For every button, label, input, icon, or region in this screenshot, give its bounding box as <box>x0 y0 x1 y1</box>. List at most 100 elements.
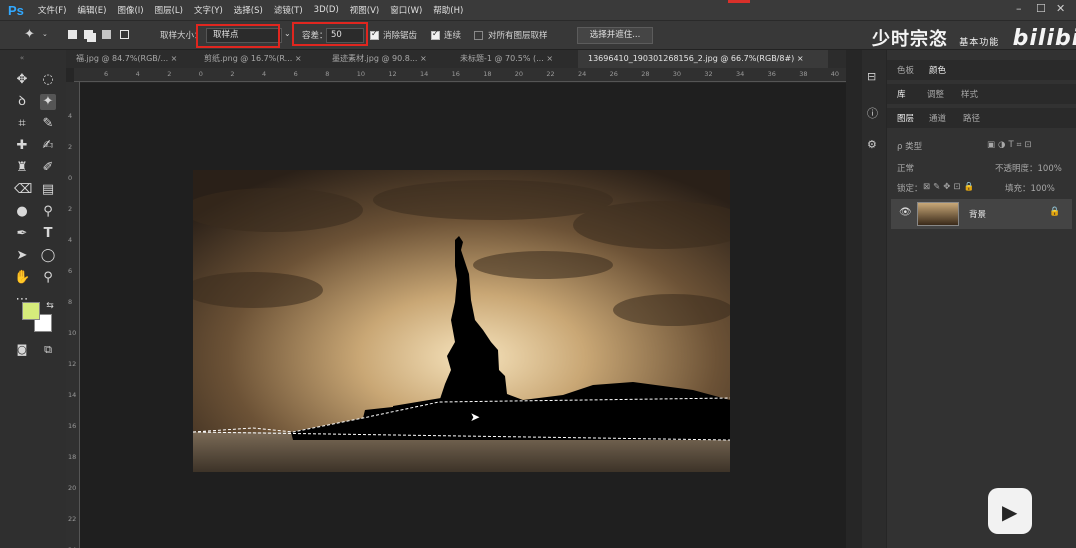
ruler-tick-label: 4 <box>135 70 140 78</box>
add-selection-icon[interactable] <box>84 30 93 39</box>
blur-tool-icon[interactable]: ● <box>14 204 30 220</box>
ruler-tick-label: 32 <box>704 70 713 78</box>
color-panel-header <box>887 60 1076 80</box>
layer-name: 背景 <box>969 210 987 220</box>
close-icon[interactable]: × <box>546 54 553 63</box>
tab-moji[interactable]: 墨迹素材.jpg @ 90.8... × <box>322 50 448 68</box>
vertical-ruler: 42024681012141618202224 <box>66 82 80 548</box>
shape-tool-icon[interactable]: ◯ <box>40 248 56 264</box>
layer-filter[interactable]: ρ 类型 <box>897 140 922 152</box>
document-image[interactable] <box>193 170 730 472</box>
close-icon[interactable]: × <box>295 54 302 63</box>
layer-filter-icons[interactable]: ▣◑T⌗⊡ <box>987 140 1035 150</box>
magic-wand-tool-icon[interactable]: ✦ <box>40 94 56 110</box>
swap-colors-icon[interactable]: ⇆ <box>42 298 58 314</box>
pen-tool-icon[interactable]: ✒ <box>14 226 30 242</box>
gradient-tool-icon[interactable]: ▤ <box>40 182 56 198</box>
chevron-down-icon[interactable]: ⌄ <box>284 29 291 38</box>
contiguous-label: 连续 <box>444 31 462 41</box>
screen-mode-icon[interactable]: ⧉ <box>40 342 56 358</box>
lock-icons[interactable]: ⊠✎✥⊡🔒 <box>923 182 977 192</box>
antialias-checkbox[interactable] <box>370 29 379 40</box>
new-selection-icon[interactable] <box>68 30 77 39</box>
stamp-tool-icon[interactable]: ♜ <box>14 160 30 176</box>
right-panels: 色板 颜色 库 调整 样式 图层 通道 路径 ρ 类型 ▣◑T⌗⊡ 正常 不透明… <box>887 50 1076 548</box>
tab-statue-photo[interactable]: 13696410_190301268156_2.jpg @ 66.7%(RGB/… <box>578 50 828 68</box>
ruler-tick-label: 6 <box>104 70 109 78</box>
eyedropper-tool-icon[interactable]: ✎ <box>40 116 56 132</box>
menu-filter[interactable]: 滤镜(T) <box>274 4 303 16</box>
path-selection-icon[interactable]: ➤ <box>14 248 30 264</box>
subtract-selection-icon[interactable] <box>102 30 111 39</box>
collapse-icon[interactable]: « <box>14 50 30 66</box>
close-button[interactable]: ✕ <box>1056 2 1065 15</box>
tab-layers[interactable]: 图层 <box>897 112 914 124</box>
marquee-tool-icon[interactable]: ◌ <box>40 72 56 88</box>
menu-bar: Ps 文件(F) 编辑(E) 图像(I) 图层(L) 文字(Y) 选择(S) 滤… <box>0 0 1076 20</box>
menu-edit[interactable]: 编辑(E) <box>77 4 106 16</box>
history-brush-icon[interactable]: ✐ <box>40 160 56 176</box>
properties-panel-icon[interactable]: ⚙ <box>867 138 877 151</box>
menu-layer[interactable]: 图层(L) <box>155 4 183 16</box>
ruler-tick-label: 22 <box>546 70 555 78</box>
maximize-button[interactable]: ☐ <box>1036 2 1046 15</box>
close-icon[interactable]: × <box>171 54 178 63</box>
layer-row-background[interactable]: 👁 背景 🔒 <box>891 199 1072 229</box>
menu-file[interactable]: 文件(F) <box>38 4 67 16</box>
zoom-tool-icon[interactable]: ⚲ <box>40 270 56 286</box>
tab-styles[interactable]: 样式 <box>961 88 978 100</box>
info-panel-icon[interactable]: ⓘ <box>867 105 878 121</box>
menu-image[interactable]: 图像(I) <box>117 4 143 16</box>
hand-tool-icon[interactable]: ✋ <box>14 270 30 286</box>
tab-color[interactable]: 颜色 <box>929 64 946 76</box>
close-icon[interactable]: × <box>420 54 427 63</box>
menu-window[interactable]: 窗口(W) <box>390 4 422 16</box>
magic-wand-preset-icon[interactable]: ✦ <box>24 27 35 42</box>
tab-channels[interactable]: 通道 <box>929 112 946 124</box>
chevron-down-icon[interactable]: ⌄ <box>42 30 48 38</box>
type-tool-icon[interactable]: T <box>40 226 56 242</box>
move-tool-icon[interactable]: ✥ <box>14 72 30 88</box>
tab-untitled[interactable]: 未标题-1 @ 70.5% (... × <box>450 50 576 68</box>
cursor-icon: ➤ <box>470 410 481 424</box>
fill-field[interactable]: 填充：100% <box>1005 182 1055 194</box>
select-and-mask-button[interactable]: 选择并遮住... <box>577 27 653 44</box>
opacity-field[interactable]: 不透明度：100% <box>995 162 1062 174</box>
ruler-tick-label: 16 <box>451 70 460 78</box>
sample-all-layers-label: 对所有图层取样 <box>488 31 548 41</box>
ruler-tick-label: 22 <box>68 515 77 523</box>
contiguous-checkbox[interactable] <box>431 29 440 40</box>
intersect-selection-icon[interactable] <box>120 30 129 39</box>
tab-library[interactable]: 库 <box>897 88 906 100</box>
dodge-tool-icon[interactable]: ⚲ <box>40 204 56 220</box>
sample-all-layers-checkbox[interactable] <box>474 31 483 40</box>
eraser-tool-icon[interactable]: ⌫ <box>14 182 32 198</box>
eye-icon[interactable]: 👁 <box>899 207 912 218</box>
ruler-tick-label: 2 <box>68 205 73 213</box>
tab-paths[interactable]: 路径 <box>963 112 980 124</box>
antialias-label: 消除锯齿 <box>383 31 418 41</box>
minimize-button[interactable]: – <box>1016 2 1022 15</box>
tab-jianzhi[interactable]: 剪纸.png @ 16.7%(R... × <box>194 50 320 68</box>
menu-type[interactable]: 文字(Y) <box>194 4 223 16</box>
menu-help[interactable]: 帮助(H) <box>433 4 463 16</box>
tab-adjustments[interactable]: 调整 <box>927 88 944 100</box>
brush-tool-icon[interactable]: ✍ <box>40 138 56 154</box>
crop-tool-icon[interactable]: ⌗ <box>14 116 30 132</box>
close-icon[interactable]: × <box>797 54 804 63</box>
ruler-tick-label: 10 <box>68 329 77 337</box>
foreground-color-swatch[interactable] <box>22 302 40 320</box>
healing-brush-icon[interactable]: ✚ <box>14 138 30 154</box>
menu-3d[interactable]: 3D(D) <box>314 5 339 15</box>
menu-select[interactable]: 选择(S) <box>234 4 263 16</box>
ruler-tick-label: 8 <box>68 298 73 306</box>
blend-mode-select[interactable]: 正常 <box>897 162 914 174</box>
tab-fu[interactable]: 福.jpg @ 84.7%(RGB/... × <box>66 50 192 68</box>
highlight-box-sample <box>196 24 280 48</box>
menu-view[interactable]: 视图(V) <box>350 4 379 16</box>
watermark-text: 少时宗恣 <box>872 29 948 50</box>
tab-swatches[interactable]: 色板 <box>897 64 914 76</box>
quick-mask-icon[interactable]: ◙ <box>14 342 30 358</box>
lasso-tool-icon[interactable]: ꝺ <box>14 94 30 110</box>
history-panel-icon[interactable]: ⊟ <box>867 70 876 83</box>
